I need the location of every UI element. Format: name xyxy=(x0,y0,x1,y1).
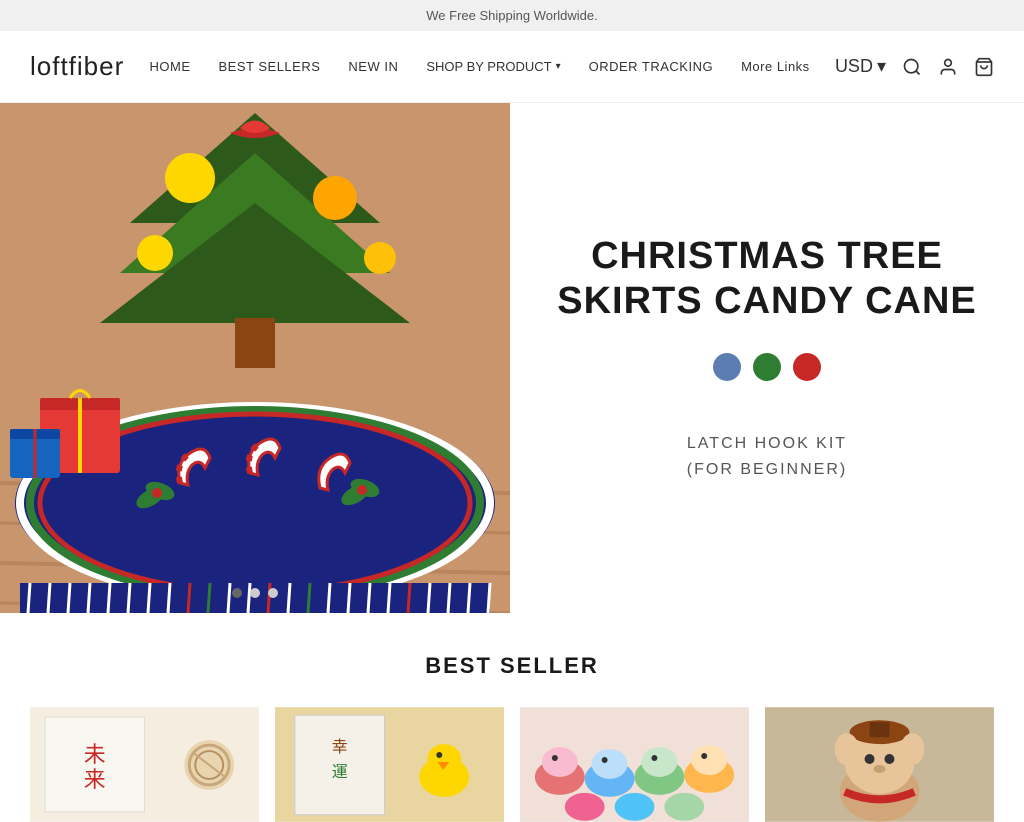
svg-text:来: 来 xyxy=(84,767,106,792)
nav-more-links[interactable]: More Links xyxy=(741,59,810,74)
banner-text: We Free Shipping Worldwide. xyxy=(426,8,598,23)
product-image-1: 未 来 xyxy=(30,707,259,822)
hero-image-container xyxy=(0,103,510,613)
hero-subtitle: LATCH HOOK KIT (FOR BEGINNER) xyxy=(687,431,847,482)
currency-label: USD xyxy=(835,56,873,77)
hero-text-area: CHRISTMAS TREE SKIRTS CANDY CANE LATCH H… xyxy=(510,103,1024,613)
product-card-1[interactable]: 未 来 xyxy=(30,707,259,822)
hero-image xyxy=(0,103,510,613)
header: loftfiber HOME BEST SELLERS NEW IN SHOP … xyxy=(0,31,1024,103)
main-nav: HOME BEST SELLERS NEW IN SHOP BY PRODUCT… xyxy=(124,59,835,74)
product-image-3 xyxy=(520,707,749,822)
currency-chevron-icon: ▾ xyxy=(877,56,886,77)
carousel-dot-2[interactable] xyxy=(250,588,260,598)
carousel-dot-3[interactable] xyxy=(268,588,278,598)
product-card-4[interactable] xyxy=(765,707,994,822)
cart-icon[interactable] xyxy=(974,57,994,77)
nav-order-tracking[interactable]: ORDER TRACKING xyxy=(589,59,714,74)
svg-text:幸: 幸 xyxy=(332,738,348,756)
swatch-green[interactable] xyxy=(753,353,781,381)
logo[interactable]: loftfiber xyxy=(30,51,124,82)
nav-home[interactable]: HOME xyxy=(150,59,191,74)
svg-text:未: 未 xyxy=(84,742,106,767)
swatch-blue[interactable] xyxy=(713,353,741,381)
top-banner: We Free Shipping Worldwide. xyxy=(0,0,1024,31)
best-seller-section: BEST SELLER 未 来 幸 運 xyxy=(0,613,1024,822)
swatch-red[interactable] xyxy=(793,353,821,381)
svg-text:運: 運 xyxy=(332,764,348,781)
color-swatches xyxy=(713,353,821,381)
product-grid: 未 来 幸 運 xyxy=(30,707,994,822)
product-card-2[interactable]: 幸 運 xyxy=(275,707,504,822)
hero-title: CHRISTMAS TREE SKIRTS CANDY CANE xyxy=(550,234,984,325)
carousel-dot-1[interactable] xyxy=(232,588,242,598)
hero-section: CHRISTMAS TREE SKIRTS CANDY CANE LATCH H… xyxy=(0,103,1024,613)
best-seller-title: BEST SELLER xyxy=(30,653,994,679)
product-image-2: 幸 運 xyxy=(275,707,504,822)
product-card-3[interactable] xyxy=(520,707,749,822)
nav-shop-by-product[interactable]: SHOP BY PRODUCT ▾ xyxy=(426,59,560,74)
carousel-dots xyxy=(232,588,278,598)
account-icon[interactable] xyxy=(938,57,958,77)
nav-best-sellers[interactable]: BEST SELLERS xyxy=(219,59,321,74)
search-icon[interactable] xyxy=(902,57,922,77)
currency-selector[interactable]: USD ▾ xyxy=(835,56,886,77)
chevron-down-icon: ▾ xyxy=(556,61,561,72)
header-icons: USD ▾ xyxy=(835,56,994,77)
product-image-4 xyxy=(765,707,994,822)
nav-new-in[interactable]: NEW IN xyxy=(348,59,398,74)
